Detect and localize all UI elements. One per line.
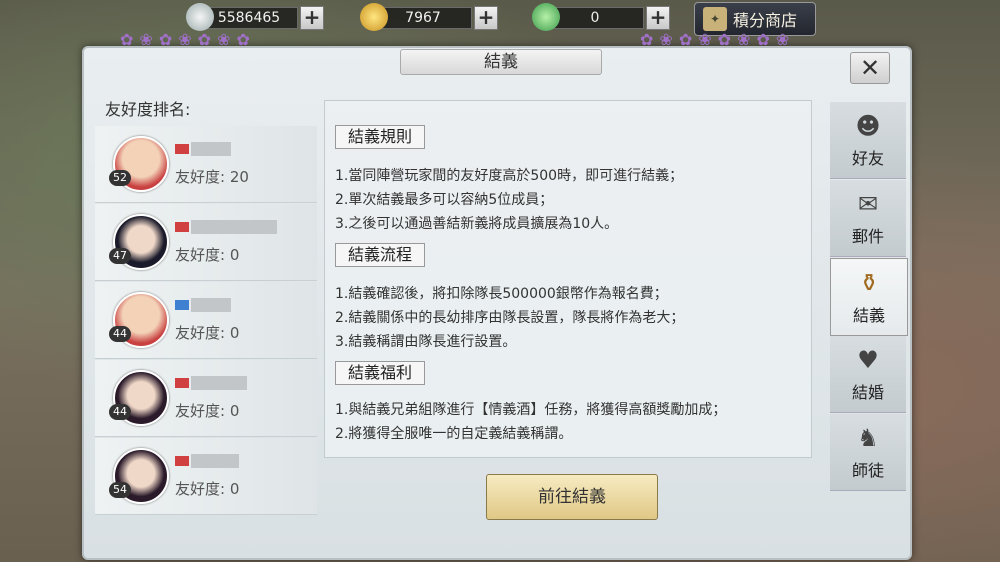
- rule-line: 1.當同陣營玩家間的友好度高於500時，即可進行結義；: [335, 168, 684, 184]
- tab-master-apprentice[interactable]: ♞ 師徒: [830, 414, 906, 491]
- list-item[interactable]: 44 友好度: 0: [95, 282, 317, 359]
- process-line: 3.結義稱謂由隊長進行設置。: [335, 334, 517, 350]
- tab-label: 結義: [852, 306, 885, 325]
- tab-label: 好友: [851, 149, 884, 168]
- tab-label: 師徒: [851, 461, 884, 480]
- list-item[interactable]: 54 友好度: 0: [95, 438, 317, 515]
- friendship-value: 友好度: 0: [175, 402, 240, 420]
- process-line: 2.結義關係中的長幼排序由隊長設置，隊長將作為老大；: [335, 310, 685, 326]
- tab-sworn-brotherhood[interactable]: ⚱ 結義: [830, 258, 908, 336]
- list-item[interactable]: 47 友好度: 0: [95, 204, 317, 281]
- vine-decoration-left: ✿❀✿❀✿❀✿: [120, 30, 256, 49]
- section-title-benefits: 結義福利: [335, 361, 426, 385]
- mail-icon: ✉: [857, 190, 879, 218]
- ranking-header: 友好度排名:: [105, 100, 191, 119]
- player-name-blurred: [175, 372, 247, 390]
- master-icon: ♞: [857, 424, 879, 452]
- level-badge: 52: [109, 170, 131, 186]
- tab-marriage[interactable]: ♥ 結婚: [830, 336, 906, 413]
- shop-icon: ✦: [703, 7, 727, 31]
- friendship-ranking-list: 友好度排名: 52 友好度: 20 47 友好度: 0 44 友好度: 0 44…: [95, 88, 317, 538]
- rule-line: 3.之後可以通過善結新義將成員擴展為10人。: [335, 216, 619, 232]
- friendship-value: 友好度: 0: [175, 246, 240, 264]
- silver-coin-icon: [186, 3, 214, 31]
- silver-currency: 5586465 +: [186, 3, 324, 31]
- add-silver-button[interactable]: +: [300, 6, 324, 30]
- tab-friend[interactable]: ☻ 好友: [830, 102, 906, 179]
- list-item[interactable]: 52 友好度: 20: [95, 126, 317, 203]
- marriage-icon: ♥: [857, 346, 879, 374]
- level-badge: 44: [109, 326, 131, 342]
- friend-icon: ☻: [855, 112, 881, 140]
- process-line: 1.結義確認後，將扣除隊長500000銀幣作為報名費；: [335, 286, 668, 302]
- add-gold-button[interactable]: +: [474, 6, 498, 30]
- friendship-value: 友好度: 0: [175, 324, 240, 342]
- gold-currency: 7967 +: [360, 3, 498, 31]
- player-name-blurred: [175, 138, 231, 156]
- level-badge: 54: [109, 482, 131, 498]
- go-sworn-brotherhood-button[interactable]: 前往結義: [486, 474, 658, 520]
- benefit-line: 2.將獲得全服唯一的自定義結義稱謂。: [335, 426, 573, 442]
- jade-currency: 0 +: [532, 3, 670, 31]
- gold-coin-icon: [360, 3, 388, 31]
- level-badge: 44: [109, 404, 131, 420]
- rule-line: 2.單次結義最多可以容納5位成員；: [335, 192, 554, 208]
- jade-amount: 0: [546, 7, 644, 29]
- silver-amount: 5586465: [200, 7, 298, 29]
- friendship-value: 友好度: 0: [175, 480, 240, 498]
- tab-mail[interactable]: ✉ 郵件: [830, 180, 906, 257]
- level-badge: 47: [109, 248, 131, 264]
- section-title-rules: 結義規則: [335, 125, 426, 149]
- friendship-value: 友好度: 20: [175, 168, 249, 186]
- benefit-line: 1.與結義兄弟組隊進行【情義酒】任務，將獲得高額獎勵加成；: [335, 402, 727, 418]
- tab-label: 郵件: [851, 227, 884, 246]
- player-name-blurred: [175, 450, 239, 468]
- tab-label: 結婚: [851, 383, 884, 402]
- player-name-blurred: [175, 216, 277, 234]
- player-name-blurred: [175, 294, 231, 312]
- section-title-process: 結義流程: [335, 243, 426, 267]
- panel-title: 結義: [400, 49, 602, 75]
- wine-jar-icon: ⚱: [858, 269, 880, 297]
- close-button[interactable]: ✕: [850, 52, 890, 84]
- close-icon: ✕: [859, 54, 881, 82]
- add-jade-button[interactable]: +: [646, 6, 670, 30]
- rules-content: 結義規則 1.當同陣營玩家間的友好度高於500時，即可進行結義； 2.單次結義最…: [324, 100, 812, 458]
- vine-decoration-right: ✿❀✿❀✿❀✿❀: [640, 30, 796, 49]
- jade-ingot-icon: [532, 3, 560, 31]
- points-shop-label: 積分商店: [733, 11, 798, 30]
- list-item[interactable]: 44 友好度: 0: [95, 360, 317, 437]
- gold-amount: 7967: [374, 7, 472, 29]
